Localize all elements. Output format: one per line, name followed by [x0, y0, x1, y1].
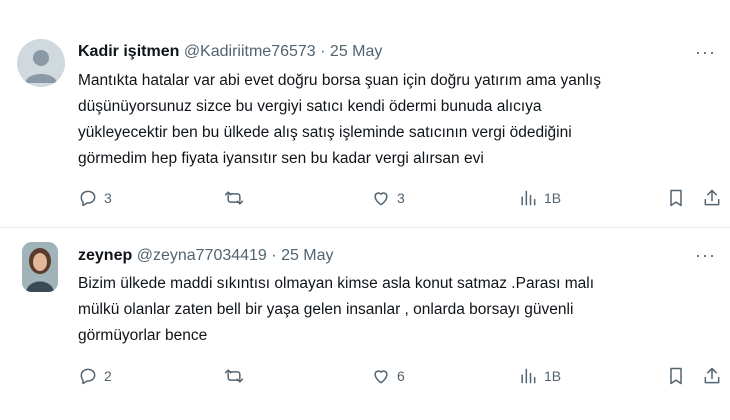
- like-button[interactable]: 3: [371, 188, 405, 208]
- author-name[interactable]: Kadir işitmen: [78, 43, 179, 60]
- more-icon[interactable]: ···: [695, 245, 716, 266]
- share-icon: [704, 189, 720, 206]
- share-icon: [704, 367, 720, 384]
- like-button[interactable]: 6: [371, 366, 405, 386]
- tweet-text-line: yükleyecektir ben bu ülkede alış satış i…: [78, 124, 572, 141]
- avatar-photo[interactable]: [22, 242, 58, 292]
- tweet-date[interactable]: 25 May: [330, 43, 382, 60]
- like-icon: [374, 370, 388, 384]
- action-bar: 2 6 1B: [78, 366, 720, 390]
- tweet-text-line: görmedim hep fiyata iyansıtır sen bu kad…: [78, 150, 484, 167]
- reply-button[interactable]: 3: [78, 188, 112, 208]
- tweet-text-line: Bizim ülkede maddi sıkıntısı olmayan kim…: [78, 275, 595, 292]
- reply-icon: [80, 368, 96, 385]
- tweet-text-line: mülkü olanlar zaten bell bir yaşa gelen …: [78, 301, 574, 318]
- views-count: 1B: [544, 368, 562, 384]
- tweet-header: zeynep @zeyna77034419 · 25 May: [78, 247, 334, 265]
- like-count: 6: [397, 368, 405, 384]
- like-icon: [374, 192, 388, 206]
- tweet-text: Bizim ülkede maddi sıkıntısı olmayan kim…: [78, 271, 718, 349]
- bookmark-button[interactable]: [666, 366, 686, 386]
- bookmark-button[interactable]: [666, 188, 686, 208]
- repost-button[interactable]: [224, 188, 250, 208]
- tweet-header: Kadir işitmen @Kadiriitme76573 · 25 May: [78, 43, 382, 61]
- tweet-text-line: görmüyorlar bence: [78, 327, 208, 344]
- views-count: 1B: [544, 190, 562, 206]
- author-handle[interactable]: @zeyna77034419: [137, 247, 267, 264]
- bookmark-icon: [670, 367, 682, 385]
- bookmark-icon: [670, 189, 682, 207]
- reply-count: 3: [104, 190, 112, 206]
- reply-count: 2: [104, 368, 112, 384]
- tweet-2[interactable]: zeynep @zeyna77034419 · 25 May ··· Bizim…: [0, 229, 730, 420]
- views-button[interactable]: 1B: [518, 366, 561, 386]
- avatar-default[interactable]: [17, 39, 65, 87]
- tweet-text-line: Mantıkta hatalar var abi evet doğru bors…: [78, 72, 601, 89]
- divider: [0, 227, 730, 228]
- views-icon: [521, 190, 536, 206]
- repost-button[interactable]: [224, 366, 250, 386]
- like-count: 3: [397, 190, 405, 206]
- share-button[interactable]: [702, 188, 722, 208]
- action-bar: 3 3 1B: [78, 188, 720, 212]
- tweet-1[interactable]: Kadir işitmen @Kadiriitme76573 · 25 May …: [0, 0, 730, 227]
- views-button[interactable]: 1B: [518, 188, 561, 208]
- author-handle[interactable]: @Kadiriitme76573: [184, 43, 316, 60]
- reply-icon: [80, 190, 96, 207]
- repost-icon: [224, 369, 244, 383]
- tweet-text: Mantıkta hatalar var abi evet doğru bors…: [78, 68, 718, 172]
- separator-dot: ·: [271, 247, 277, 264]
- tweet-date[interactable]: 25 May: [281, 247, 333, 264]
- more-icon[interactable]: ···: [695, 42, 716, 63]
- separator-dot: ·: [320, 43, 326, 60]
- share-button[interactable]: [702, 366, 722, 386]
- views-icon: [521, 368, 536, 384]
- repost-icon: [224, 191, 244, 205]
- tweet-text-line: düşünüyorsunuz sizce bu vergiyi satıcı k…: [78, 98, 542, 115]
- author-name[interactable]: zeynep: [78, 247, 132, 264]
- reply-button[interactable]: 2: [78, 366, 112, 386]
